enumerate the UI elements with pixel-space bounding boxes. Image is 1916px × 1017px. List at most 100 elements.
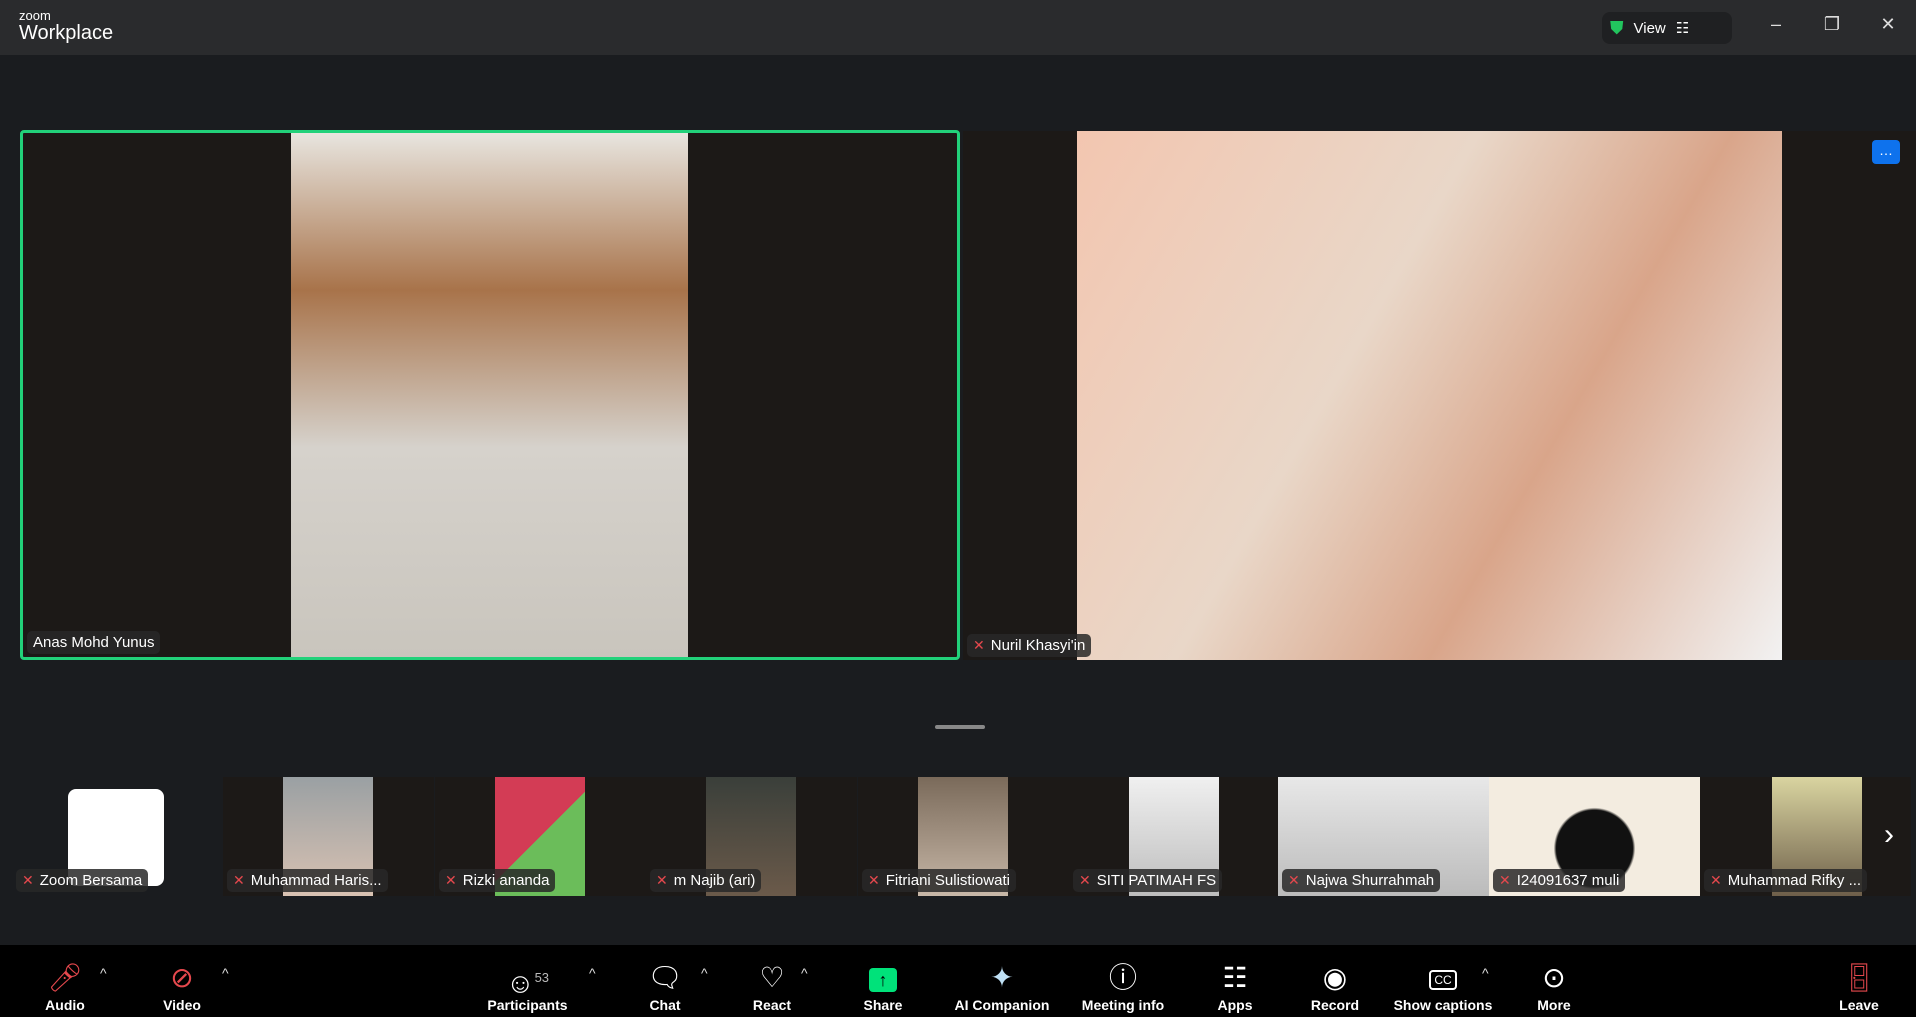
- captions-options-caret[interactable]: ^: [1482, 965, 1489, 981]
- thumbnail-7[interactable]: ✕ I24091637 muli: [1489, 777, 1700, 896]
- show-captions-label: Show captions: [1393, 997, 1493, 1013]
- mic-muted-icon: ✕: [22, 872, 34, 888]
- mic-muted-icon: ✕: [1079, 872, 1091, 888]
- view-label: View: [1633, 19, 1666, 37]
- name-label: Muhammad Rifky ...: [1727, 872, 1862, 889]
- name-label: m Najib (ari): [673, 872, 756, 889]
- participants-icon: ☺53: [505, 967, 550, 999]
- apps-label: Apps: [1217, 997, 1253, 1013]
- chat-button[interactable]: 🗨︎ Chat: [645, 945, 685, 1017]
- name-label: Muhammad Haris...: [250, 872, 382, 889]
- meeting-info-button[interactable]: ⓘ Meeting info: [1077, 945, 1169, 1017]
- more-button[interactable]: ⊙ More: [1531, 945, 1577, 1017]
- mic-muted-icon: ✕: [868, 872, 880, 888]
- participant-name: ✕ Najwa Shurrahmah: [1282, 869, 1441, 892]
- video-off-icon: ⊘: [170, 962, 194, 993]
- audio-button[interactable]: 🎤︎ Audio: [40, 945, 90, 1017]
- name-label: Fitriani Sulistiowati: [885, 872, 1010, 889]
- video-feed: [1077, 131, 1782, 660]
- info-icon: ⓘ: [1108, 962, 1137, 993]
- name-label: SITI PATIMAH FS: [1096, 872, 1217, 889]
- next-page-chevron-icon[interactable]: ›: [1884, 818, 1894, 852]
- resize-handle[interactable]: [935, 725, 985, 729]
- thumbnail-2[interactable]: ✕ Rizki ananda: [435, 777, 646, 896]
- leave-button[interactable]: 🚪︎ Leave: [1838, 945, 1880, 1017]
- more-label: More: [1537, 997, 1571, 1013]
- video-label: Video: [163, 997, 201, 1013]
- show-captions-button[interactable]: CC Show captions: [1393, 945, 1493, 1017]
- thumbnail-5[interactable]: ✕ SITI PATIMAH FS: [1069, 777, 1280, 896]
- audio-label: Audio: [45, 997, 85, 1013]
- video-options-caret[interactable]: ^: [222, 965, 229, 981]
- sparkle-icon: ✦: [990, 962, 1014, 993]
- restore-button[interactable]: ❐: [1817, 14, 1847, 35]
- tile-options-button[interactable]: …: [1872, 140, 1900, 164]
- mic-muted-icon: ✕: [233, 872, 245, 888]
- more-icon: ⊙: [1542, 962, 1566, 993]
- share-icon: ↑: [869, 959, 897, 997]
- video-feed: [291, 133, 688, 657]
- meeting-toolbar: 🎤︎ Audio ^ ⊘ Video ^ ☺53 Participants ^ 🗨︎ C…: [0, 945, 1916, 1017]
- name-label: Anas Mohd Yunus: [33, 634, 155, 651]
- participant-name: Anas Mohd Yunus: [27, 631, 161, 654]
- video-button[interactable]: ⊘ Video: [157, 945, 207, 1017]
- name-label: Nuril Khasyi'in: [990, 637, 1086, 654]
- leave-label: Leave: [1839, 997, 1879, 1013]
- react-options-caret[interactable]: ^: [801, 965, 808, 981]
- leave-icon: 🚪︎: [1841, 962, 1877, 993]
- participant-name: ✕ Zoom Bersama: [16, 869, 149, 892]
- thumbnail-8[interactable]: ✕ Muhammad Rifky ...: [1700, 777, 1911, 896]
- mic-off-icon: 🎤︎: [47, 962, 83, 993]
- view-button[interactable]: ⛊ View ☷: [1602, 12, 1732, 44]
- brand-small: zoom: [19, 8, 51, 23]
- meeting-info-label: Meeting info: [1081, 997, 1165, 1013]
- participant-name: ✕ SITI PATIMAH FS: [1073, 869, 1223, 892]
- share-button[interactable]: ↑ Share: [862, 945, 904, 1017]
- close-button[interactable]: ✕: [1873, 14, 1903, 35]
- audio-options-caret[interactable]: ^: [100, 965, 107, 981]
- apps-icon: ☷: [1222, 962, 1248, 993]
- video-tile-speaker1[interactable]: Anas Mohd Yunus: [20, 130, 960, 660]
- participants-options-caret[interactable]: ^: [589, 965, 596, 981]
- thumbnail-1[interactable]: ✕ Muhammad Haris...: [223, 777, 434, 896]
- participants-button[interactable]: ☺53 Participants: [485, 945, 570, 1017]
- thumbnail-3[interactable]: ✕ m Najib (ari): [646, 777, 857, 896]
- participant-name: ✕ Fitriani Sulistiowati: [862, 869, 1016, 892]
- participants-label: Participants: [487, 997, 568, 1013]
- participant-name: ✕ Rizki ananda: [439, 869, 556, 892]
- mic-muted-icon: ✕: [973, 637, 985, 653]
- name-label: Zoom Bersama: [39, 872, 143, 889]
- ai-companion-label: AI Companion: [954, 997, 1050, 1013]
- video-tile-speaker2[interactable]: ✕ Nuril Khasyi'in: [963, 131, 1916, 660]
- thumbnail-6[interactable]: ✕ Najwa Shurrahmah: [1278, 777, 1489, 896]
- mic-muted-icon: ✕: [1288, 872, 1300, 888]
- shield-icon: ⛊: [1610, 17, 1624, 38]
- app-logo: zoom Workplace: [19, 9, 113, 43]
- ai-companion-button[interactable]: ✦ AI Companion: [952, 945, 1052, 1017]
- apps-button[interactable]: ☷ Apps: [1214, 945, 1256, 1017]
- thumbnail-0[interactable]: ✕ Zoom Bersama: [12, 777, 223, 896]
- chat-icon: 🗨︎: [647, 962, 683, 993]
- participant-name: ✕ m Najib (ari): [650, 869, 762, 892]
- name-label: I24091637 muli: [1516, 872, 1620, 889]
- name-label: Najwa Shurrahmah: [1305, 872, 1435, 889]
- react-button[interactable]: ♡ React: [751, 945, 793, 1017]
- record-label: Record: [1310, 997, 1360, 1013]
- minimize-button[interactable]: –: [1761, 14, 1791, 35]
- heart-icon: ♡: [759, 962, 785, 993]
- mic-muted-icon: ✕: [1710, 872, 1722, 888]
- thumbnail-4[interactable]: ✕ Fitriani Sulistiowati: [858, 777, 1069, 896]
- brand-large: Workplace: [19, 22, 114, 44]
- title-bar: zoom Workplace ⛊ View ☷ – ❐ ✕: [0, 0, 1916, 55]
- participant-name: ✕ I24091637 muli: [1493, 869, 1626, 892]
- record-button[interactable]: ◉ Record: [1309, 945, 1361, 1017]
- cc-icon: CC: [1429, 959, 1457, 997]
- mic-muted-icon: ✕: [656, 872, 668, 888]
- record-icon: ◉: [1322, 962, 1348, 993]
- mic-muted-icon: ✕: [1499, 872, 1511, 888]
- name-label: Rizki ananda: [462, 872, 550, 889]
- participant-name: ✕ Muhammad Haris...: [227, 869, 388, 892]
- chat-options-caret[interactable]: ^: [701, 965, 708, 981]
- share-label: Share: [863, 997, 903, 1013]
- participants-count: 53: [534, 970, 550, 985]
